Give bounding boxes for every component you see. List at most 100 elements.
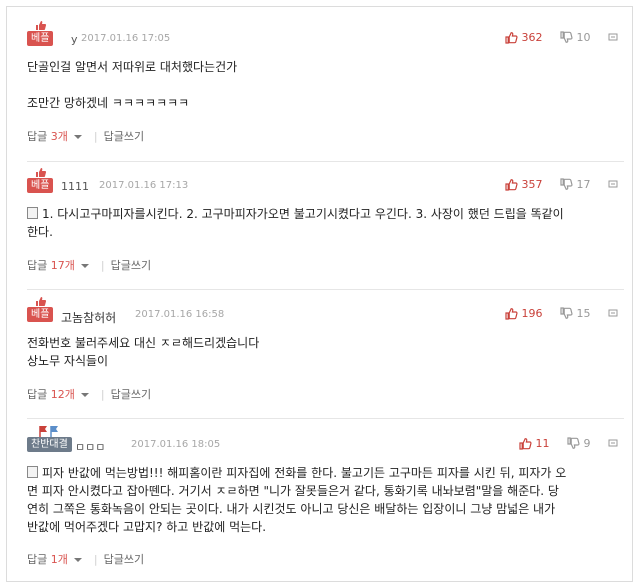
badge-label: 베플: [27, 307, 54, 322]
thumbs-up-icon: [505, 308, 518, 320]
comment-header: 베플 y 2017.01.16 17:05 362 10: [27, 15, 622, 51]
divider: [27, 289, 624, 290]
comment-text-line: 반값에 먹어주겠다 고맙지? 하고 반값에 먹는다.: [27, 520, 267, 534]
chevron-down-icon: [80, 393, 89, 397]
upvote-count: 11: [535, 437, 550, 450]
upvote-button[interactable]: 362: [505, 31, 543, 44]
write-reply-link[interactable]: 답글쓰기: [111, 259, 151, 272]
reply-toggle[interactable]: 답글 17개: [27, 259, 95, 272]
report-icon[interactable]: [608, 32, 618, 42]
badge-label: 찬반대결: [27, 437, 72, 452]
badge-label: 베플: [27, 31, 54, 46]
comment-footer: 답글 1개 | 답글쓰기: [27, 551, 144, 567]
reply-toggle[interactable]: 답글 3개: [27, 130, 88, 143]
divider: |: [93, 130, 98, 143]
downvote-count: 9: [583, 437, 591, 450]
write-reply-link[interactable]: 답글쓰기: [111, 388, 151, 401]
reply-label: 답글: [27, 553, 48, 566]
downvote-button[interactable]: 17: [560, 178, 591, 191]
report-icon[interactable]: [608, 179, 618, 189]
thumbs-up-icon: [519, 438, 532, 450]
nickname[interactable]: y: [71, 33, 78, 46]
chevron-down-icon: [73, 135, 82, 139]
reply-count: 17개: [50, 259, 75, 272]
comment-text-line: 면 피자 안시켰다고 잡아뗀다. 거기서 ㅈㄹ하면 "니가 잘못들은거 같다, …: [27, 484, 559, 498]
upvote-button[interactable]: 196: [505, 307, 543, 320]
reply-toggle[interactable]: 답글 12개: [27, 388, 95, 401]
vote-group: 357 17: [491, 178, 618, 194]
nickname[interactable]: 고놈참허허: [61, 309, 116, 326]
best-badge: 베플: [27, 15, 67, 51]
comment-body: 피자 반값에 먹는방법!!! 해피홈이란 피자집에 전화를 한다. 불고기든 고…: [27, 464, 607, 536]
comment-date: 2017.01.16 17:13: [99, 180, 189, 191]
comment-list: 베플 y 2017.01.16 17:05 362 10 단골인걸 알면서 저따…: [6, 6, 633, 582]
downvote-button[interactable]: 15: [560, 307, 591, 320]
reply-label: 답글: [27, 388, 48, 401]
reply-count: 3개: [50, 130, 68, 143]
comment-text-line: 전화번호 불러주세요 대신 ㅈㄹ해드리겠습니다: [27, 336, 260, 350]
thumbs-down-icon: [560, 307, 573, 319]
vote-group: 11 9: [505, 437, 618, 453]
thumbs-up-icon: [36, 21, 47, 30]
upvote-count: 357: [521, 178, 543, 191]
comment-body: 1. 다시고구마피자를시킨다. 2. 고구마피자가오면 불고기시켰다고 우긴다.…: [27, 205, 607, 241]
comment-text-line: 한다.: [27, 225, 53, 239]
report-icon[interactable]: [608, 438, 618, 448]
vote-group: 362 10: [491, 31, 618, 47]
comment-text-line: 상노무 자식들이: [27, 354, 109, 368]
vote-group: 196 15: [491, 307, 618, 323]
thumbs-up-icon: [36, 297, 47, 306]
comment-date: 2017.01.16 17:05: [81, 33, 171, 44]
divider: |: [100, 259, 105, 272]
badge-label: 베플: [27, 178, 54, 193]
reply-count: 12개: [50, 388, 75, 401]
comment-item: 베플 고놈참허허 2017.01.16 16:58 196 15 전화번호 불러…: [7, 291, 632, 419]
comment-footer: 답글 12개 | 답글쓰기: [27, 386, 151, 402]
comment-header: 찬반대결 ㅁㅁㅁ 2017.01.16 18:05 11 9: [27, 421, 622, 457]
chevron-down-icon: [80, 264, 89, 268]
comment-date: 2017.01.16 16:58: [135, 309, 225, 320]
downvote-button[interactable]: 9: [567, 437, 591, 450]
downvote-count: 15: [576, 307, 591, 320]
comment-item: 베플 1111 2017.01.16 17:13 357 17 1. 다시고구마…: [7, 162, 632, 290]
reply-toggle[interactable]: 답글 1개: [27, 553, 88, 566]
downvote-button[interactable]: 10: [560, 31, 591, 44]
nickname[interactable]: ㅁㅁㅁ: [75, 439, 105, 455]
comment-body: 전화번호 불러주세요 대신 ㅈㄹ해드리겠습니다 상노무 자식들이: [27, 334, 607, 370]
flag-icon: [39, 426, 58, 437]
comment-text: 1. 다시고구마피자를시킨다. 2. 고구마피자가오면 불고기시켰다고 우긴다.…: [42, 207, 564, 221]
thumbs-up-icon: [36, 168, 47, 177]
divider: |: [93, 553, 98, 566]
comment-date: 2017.01.16 18:05: [131, 439, 221, 450]
comment-text-line: 피자 반값에 먹는방법!!! 해피홈이란 피자집에 전화를 한다. 불고기든 고…: [27, 464, 607, 482]
comment-header: 베플 고놈참허허 2017.01.16 16:58 196 15: [27, 291, 622, 327]
reply-count: 1개: [50, 553, 68, 566]
thumbs-down-icon: [567, 437, 580, 449]
nickname[interactable]: 1111: [61, 180, 89, 193]
thumbs-down-icon: [560, 178, 573, 190]
comment-header: 베플 1111 2017.01.16 17:13 357 17: [27, 162, 622, 198]
document-icon: [27, 466, 38, 478]
downvote-count: 10: [576, 31, 591, 44]
divider: [27, 418, 624, 419]
upvote-count: 362: [521, 31, 543, 44]
thumbs-up-icon: [505, 179, 518, 191]
comment-text-line: 연히 그쪽은 통화녹음이 안되는 곳이다. 내가 시킨것도 아니고 당신은 배달…: [27, 502, 556, 516]
downvote-count: 17: [576, 178, 591, 191]
comment-footer: 답글 17개 | 답글쓰기: [27, 257, 151, 273]
write-reply-link[interactable]: 답글쓰기: [104, 553, 144, 566]
reply-label: 답글: [27, 259, 48, 272]
chevron-down-icon: [73, 558, 82, 562]
comment-item: 베플 y 2017.01.16 17:05 362 10 단골인걸 알면서 저따…: [7, 15, 632, 162]
thumbs-down-icon: [560, 31, 573, 43]
upvote-button[interactable]: 11: [519, 437, 550, 450]
reply-label: 답글: [27, 130, 48, 143]
write-reply-link[interactable]: 답글쓰기: [104, 130, 144, 143]
comment-footer: 답글 3개 | 답글쓰기: [27, 128, 144, 144]
thumbs-up-icon: [505, 32, 518, 44]
comment-body: 단골인걸 알면서 저따위로 대처했다는건가 조만간 망하겠네 ㅋㅋㅋㅋㅋㅋㅋ: [27, 58, 607, 112]
document-icon: [27, 207, 38, 219]
report-icon[interactable]: [608, 308, 618, 318]
comment-text-line: 1. 다시고구마피자를시킨다. 2. 고구마피자가오면 불고기시켰다고 우긴다.…: [27, 205, 607, 223]
upvote-button[interactable]: 357: [505, 178, 543, 191]
